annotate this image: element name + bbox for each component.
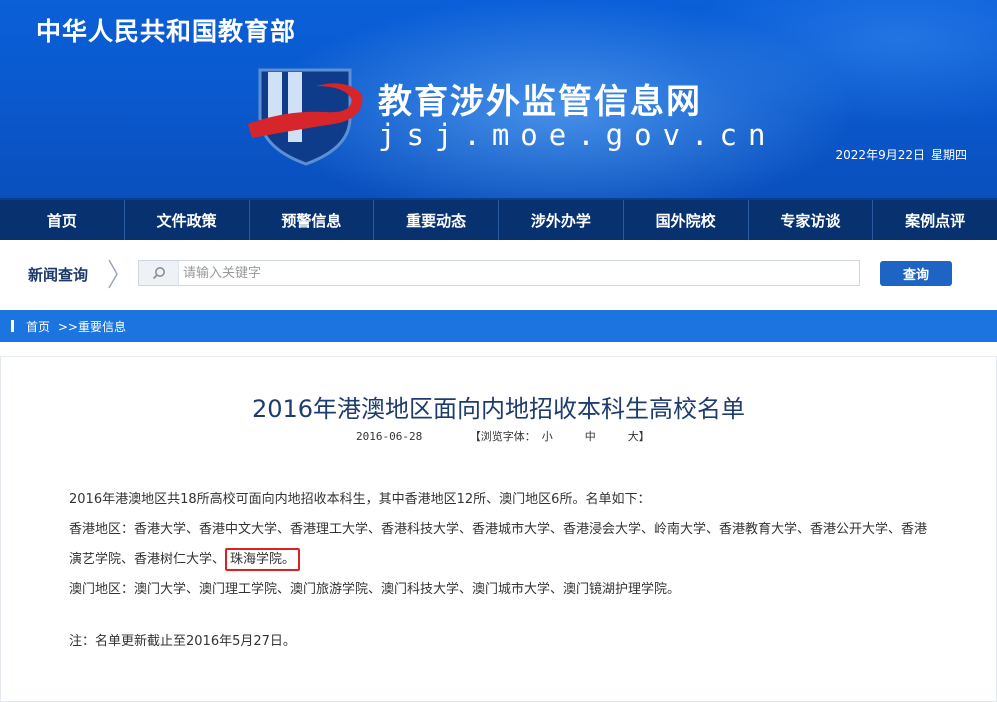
js-logo-icon[interactable]	[246, 66, 366, 166]
header-banner: 中华人民共和国教育部 教育涉外监管信息网 jsj.moe.gov.cn 2022…	[0, 0, 997, 198]
article-title: 2016年港澳地区面向内地招收本科生高校名单	[251, 395, 746, 423]
search-box	[138, 260, 860, 286]
article-body: 2016年港澳地区共18所高校可面向内地招收本科生，其中香港地区12所、澳门地区…	[69, 485, 931, 657]
hk-list-text: 香港地区：香港大学、香港中文大学、香港理工大学、香港科技大学、香港城市大学、香港…	[69, 522, 928, 567]
search-input[interactable]	[179, 262, 859, 284]
font-size-label-close: 】	[638, 430, 650, 443]
nav-item-interviews[interactable]: 专家访谈	[749, 200, 874, 240]
font-size-selector: 【浏览字体： 小 中 大】	[470, 430, 650, 443]
font-size-medium[interactable]: 中	[585, 430, 596, 443]
font-size-large[interactable]: 大	[628, 430, 639, 443]
site-title: 教育涉外监管信息网	[378, 82, 702, 122]
breadcrumb-home-link[interactable]: 首页	[26, 320, 50, 334]
chevron-right-icon	[108, 259, 118, 289]
nav-item-cases[interactable]: 案例点评	[873, 200, 997, 240]
breadcrumb-current-link[interactable]: 重要信息	[78, 320, 126, 334]
news-search-label: 新闻查询	[28, 266, 89, 284]
article-intro: 2016年港澳地区共18所高校可面向内地招收本科生，其中香港地区12所、澳门地区…	[69, 492, 651, 507]
breadcrumb-bar: 首页 >>重要信息	[0, 310, 997, 342]
article-date: 2016-06-28	[356, 430, 423, 443]
nav-item-warnings[interactable]: 预警信息	[250, 200, 375, 240]
search-button[interactable]: 查询	[880, 261, 952, 286]
font-size-small[interactable]: 小	[542, 430, 553, 443]
article-meta: 2016-06-28 【浏览字体： 小 中 大】	[356, 428, 650, 444]
weekday-text: 星期四	[930, 148, 967, 162]
breadcrumb-separator: >>	[57, 320, 78, 334]
highlighted-school: 珠海学院。	[225, 548, 301, 571]
search-row: 新闻查询 查询	[0, 240, 997, 308]
nav-item-news[interactable]: 重要动态	[374, 200, 499, 240]
nav-item-foreign-institutions[interactable]: 国外院校	[624, 200, 749, 240]
nav-item-policy[interactable]: 文件政策	[125, 200, 250, 240]
article-note: 注：名单更新截止至2016年5月27日。	[69, 634, 296, 649]
ministry-name[interactable]: 中华人民共和国教育部	[36, 12, 296, 48]
article-hk-list: 香港地区：香港大学、香港中文大学、香港理工大学、香港科技大学、香港城市大学、香港…	[69, 515, 931, 575]
nav-item-foreign-schools-run[interactable]: 涉外办学	[499, 200, 624, 240]
site-domain: jsj.moe.gov.cn	[378, 118, 777, 152]
breadcrumb-marker	[11, 320, 14, 332]
date-display: 2022年9月22日 星期四	[836, 146, 967, 163]
font-size-label-open: 【浏览字体：	[469, 430, 536, 443]
nav-item-home[interactable]: 首页	[0, 200, 125, 240]
article-macau-list: 澳门地区：澳门大学、澳门理工学院、澳门旅游学院、澳门科技大学、澳门城市大学、澳门…	[69, 582, 681, 597]
breadcrumb: 首页 >>重要信息	[26, 318, 126, 335]
search-icon	[139, 261, 179, 285]
main-nav: 首页 文件政策 预警信息 重要动态 涉外办学 国外院校 专家访谈 案例点评	[0, 198, 997, 240]
article-panel: 2016年港澳地区面向内地招收本科生高校名单 2016-06-28 【浏览字体：…	[0, 356, 997, 702]
date-text: 2022年9月22日	[835, 148, 925, 162]
